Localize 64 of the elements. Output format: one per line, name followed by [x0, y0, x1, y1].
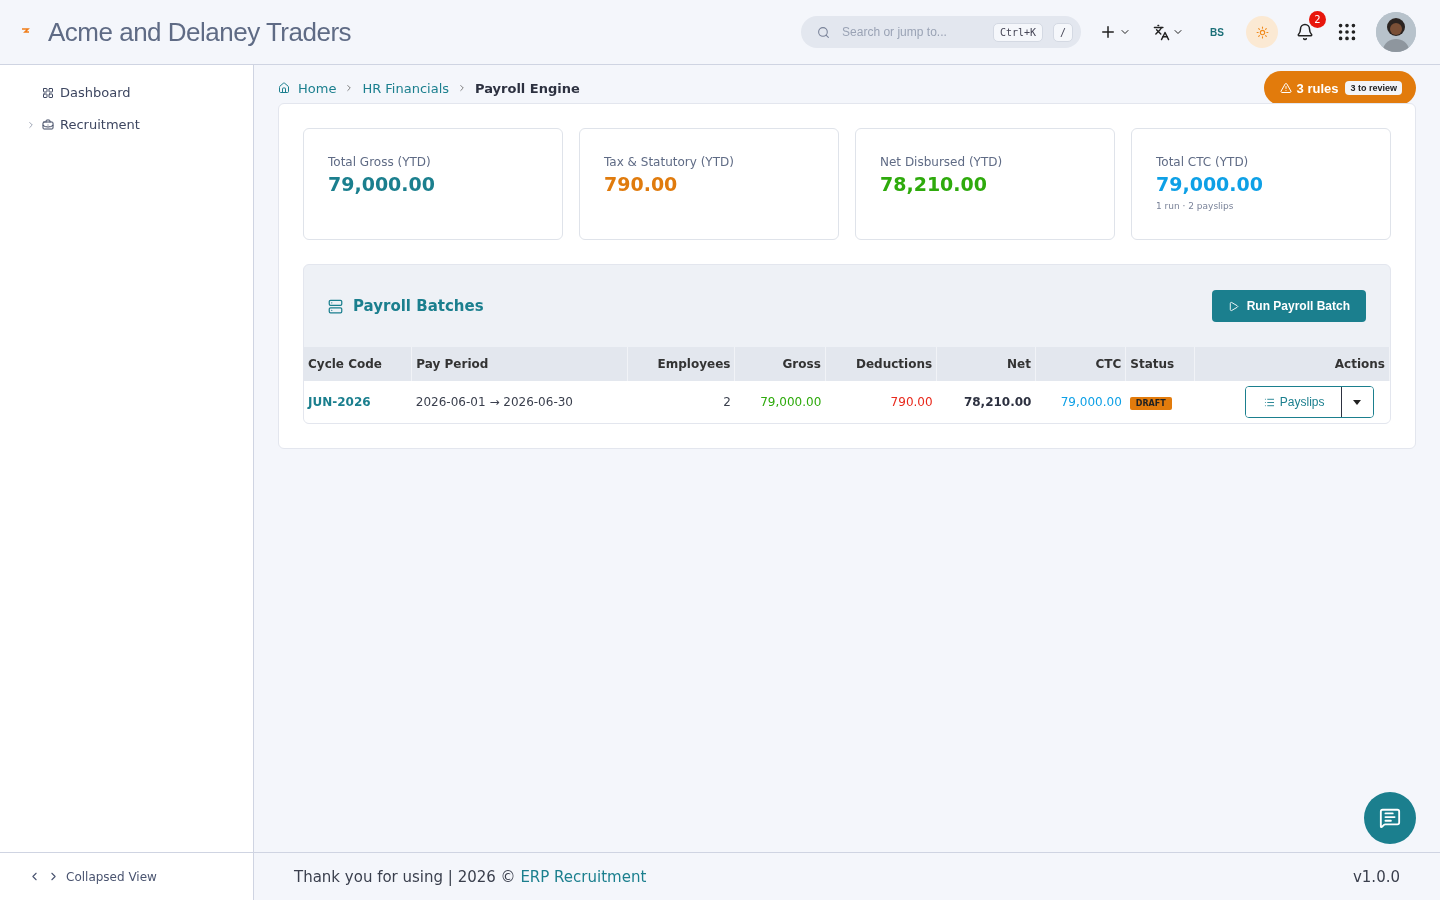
search-bar[interactable]: Search or jump to... Ctrl+K /: [801, 16, 1082, 48]
column-header: Deductions: [825, 347, 937, 381]
avatar[interactable]: [1376, 12, 1416, 52]
chat-button[interactable]: [1364, 792, 1416, 844]
sidebar-item[interactable]: Recruitment: [26, 117, 253, 132]
version-label: v1.0.0: [1352, 867, 1400, 886]
stat-label: Tax & Statutory (YTD): [604, 155, 735, 169]
grid-icon: [42, 86, 54, 99]
section-title: Payroll Batches: [353, 297, 484, 315]
sun-icon: [1255, 25, 1269, 39]
bell-icon: [1296, 23, 1314, 41]
breadcrumb-current[interactable]: Payroll Engine: [475, 80, 580, 96]
rules-alert-button[interactable]: 3 rules 3 to review: [1263, 71, 1416, 105]
server-icon: [328, 298, 343, 314]
table-cell: 790.00: [825, 381, 937, 423]
stat-value: 790.00: [604, 173, 679, 195]
dropdown-button[interactable]: [1340, 387, 1373, 417]
search-icon: [817, 25, 831, 39]
translate-icon: [1153, 23, 1171, 41]
play-icon: [1227, 300, 1239, 312]
column-header: CTC: [1035, 347, 1126, 381]
warning-icon: [1279, 82, 1292, 94]
run-payroll-button[interactable]: Run Payroll Batch: [1211, 290, 1366, 322]
caret-icon: [1353, 399, 1361, 405]
status-badge: DRAFT: [1129, 397, 1172, 410]
company-name: Acme and Delaney Traders: [48, 16, 352, 48]
table-cell: 78,210.00: [936, 381, 1036, 423]
column-header: Gross: [734, 347, 826, 381]
shortcut-key: Ctrl+K: [992, 22, 1044, 42]
shortcut-key: /: [1053, 22, 1074, 42]
breadcrumb-link[interactable]: Home: [298, 80, 337, 96]
column-header: Actions: [1195, 347, 1390, 381]
search-field[interactable]: Search or jump to...: [840, 24, 983, 40]
stat-value: 79,000.00: [1156, 173, 1264, 195]
briefcase-icon: [42, 118, 54, 131]
notification-count: 2: [1309, 11, 1326, 28]
user-initials[interactable]: BS: [1202, 22, 1232, 42]
table-cell: 2: [627, 381, 735, 423]
cycle-code-link[interactable]: JUN-2026: [304, 381, 412, 423]
collapsed-view-label[interactable]: Collapsed View: [66, 869, 157, 884]
review-badge: 3 to review: [1345, 81, 1402, 95]
expand-icon: [26, 119, 36, 130]
stat-label: Net Disbursed (YTD): [880, 155, 1004, 169]
list-icon: [1263, 396, 1275, 408]
stat-value: 79,000.00: [328, 173, 436, 195]
column-header: Employees: [627, 347, 735, 381]
breadcrumb-link[interactable]: HR Financials: [362, 80, 450, 96]
sidebar-item[interactable]: Dashboard: [26, 85, 253, 100]
footer-text: Thank you for using | 2026 ©: [294, 867, 517, 886]
column-header: Pay Period: [411, 347, 628, 381]
footer-link[interactable]: ERP Recruitment: [520, 867, 647, 886]
column-header: Status: [1125, 347, 1195, 381]
home-icon: [278, 82, 290, 94]
column-header: Net: [936, 347, 1036, 381]
stat-label: Total Gross (YTD): [328, 155, 432, 169]
column-header: Cycle Code: [304, 347, 412, 381]
table-cell: 79,000.00: [1035, 381, 1126, 423]
table-cell: 2026-06-01 → 2026-06-30: [411, 381, 628, 423]
stat-note: 1 run · 2 payslips: [1156, 201, 1235, 211]
table-cell: 79,000.00: [734, 381, 826, 423]
chat-icon: [1379, 807, 1401, 829]
stat-value: 78,210.00: [880, 173, 988, 195]
apps-grid-icon: [1336, 21, 1358, 43]
stat-label: Total CTC (YTD): [1156, 155, 1250, 169]
